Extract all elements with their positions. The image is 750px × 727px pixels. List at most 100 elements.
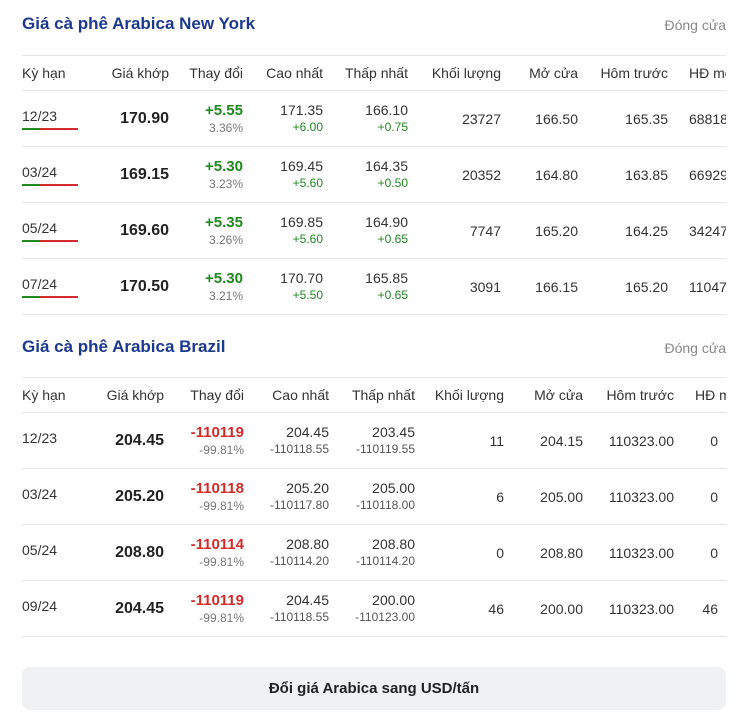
open-interest: 0 (674, 468, 726, 525)
table-row[interactable]: 12/23 204.45 -110119 -99.81% 204.45 -110118.5… (22, 412, 726, 469)
previous-close: 110323.00 (583, 580, 674, 637)
high-value: 204.45 (286, 424, 329, 440)
ny-table: Kỳ hạn Giá khớp Thay đổi Cao nhất Thấp n… (22, 55, 726, 315)
header-gia-khop: Giá khớp (82, 55, 169, 91)
high-change: -110117.80 (270, 498, 329, 512)
br-header-row: Kỳ hạn Giá khớp Thay đổi Cao nhất Thấp n… (22, 377, 726, 413)
trend-bar (22, 127, 78, 130)
ny-title: Giá cà phê Arabica New York (22, 14, 256, 33)
open-interest: 11047 (668, 258, 726, 315)
low-value: 200.00 (372, 592, 415, 608)
br-table: Kỳ hạn Giá khớp Thay đổi Cao nhất Thấp n… (22, 377, 726, 637)
high-change: -110114.20 (270, 554, 329, 568)
match-price: 208.80 (115, 543, 164, 561)
high-value: 169.45 (280, 158, 323, 174)
term-label: 07/24 (22, 276, 78, 298)
change-percent: -99.81% (199, 498, 244, 513)
volume: 23727 (408, 90, 501, 147)
change-value: +5.30 (205, 157, 243, 175)
match-price: 169.60 (120, 221, 169, 239)
header-cao-nhat: Cao nhất (244, 377, 329, 413)
match-price: 169.15 (120, 165, 169, 183)
open-price: 205.00 (504, 468, 583, 525)
change-value: -110114 (190, 535, 244, 553)
high-change: -110118.55 (270, 610, 329, 624)
table-row[interactable]: 05/24 208.80 -110114 -99.81% 208.80 -110114.2… (22, 524, 726, 581)
term-label: 05/24 (22, 541, 58, 558)
header-ky-han: Kỳ hạn (22, 55, 82, 91)
trend-bar (22, 239, 78, 242)
volume: 3091 (408, 258, 501, 315)
br-section: Giá cà phê Arabica Brazil Đóng cửa Kỳ hạ… (22, 335, 726, 637)
low-value: 165.85 (365, 270, 408, 286)
trend-bar (22, 295, 78, 298)
open-price: 165.20 (501, 202, 578, 259)
change-value: -110119 (190, 591, 244, 609)
low-change: +0.65 (377, 232, 408, 246)
change-value: +5.55 (205, 101, 243, 119)
table-row[interactable]: 05/24 169.60 +5.35 3.26% 169.85 +5.60 164.90 +0… (22, 202, 726, 259)
header-khoi-luong: Khối lượng (415, 377, 504, 413)
table-row[interactable]: 03/24 205.20 -110118 -99.81% 205.20 -110117.8… (22, 468, 726, 525)
header-hd-mo: HĐ mở (674, 377, 726, 413)
term-label: 12/23 (22, 429, 58, 446)
low-change: +0.50 (377, 176, 408, 190)
volume: 7747 (408, 202, 501, 259)
high-value: 208.80 (286, 536, 329, 552)
change-percent: -99.81% (199, 610, 244, 625)
term-label: 05/24 (22, 220, 78, 242)
ny-status: Đóng cửa (664, 17, 726, 33)
term-label: 12/23 (22, 108, 78, 130)
open-price: 204.15 (504, 412, 583, 469)
low-value: 164.90 (365, 214, 408, 230)
match-price: 205.20 (115, 487, 164, 505)
header-mo-cua: Mở cửa (501, 55, 578, 91)
high-value: 204.45 (286, 592, 329, 608)
open-interest: 46 (674, 580, 726, 637)
br-status: Đóng cửa (664, 340, 726, 356)
term-label: 03/24 (22, 485, 58, 502)
open-interest: 34247 (668, 202, 726, 259)
high-value: 171.35 (280, 102, 323, 118)
volume: 46 (415, 580, 504, 637)
term-label: 03/24 (22, 164, 78, 186)
header-thay-doi: Thay đổi (164, 377, 244, 413)
open-interest: 66929 (668, 146, 726, 203)
previous-close: 165.20 (578, 258, 668, 315)
volume: 11 (415, 412, 504, 469)
table-row[interactable]: 09/24 204.45 -110119 -99.81% 204.45 -110118.5… (22, 580, 726, 637)
high-change: +5.50 (292, 288, 323, 302)
previous-close: 164.25 (578, 202, 668, 259)
high-change: +5.60 (292, 176, 323, 190)
table-row[interactable]: 12/23 170.90 +5.55 3.36% 171.35 +6.00 166.10 +0… (22, 90, 726, 147)
low-value: 205.00 (372, 480, 415, 496)
previous-close: 165.35 (578, 90, 668, 147)
change-percent: -99.81% (199, 442, 244, 457)
low-change: +0.75 (377, 120, 408, 134)
low-value: 208.80 (372, 536, 415, 552)
high-value: 169.85 (280, 214, 323, 230)
match-price: 170.90 (120, 109, 169, 127)
header-hom-truoc: Hôm trước (583, 377, 674, 413)
open-interest: 0 (674, 524, 726, 581)
previous-close: 110323.00 (583, 524, 674, 581)
change-value: -110118 (190, 479, 244, 497)
convert-usd-button[interactable]: Đổi giá Arabica sang USD/tấn (22, 667, 726, 710)
low-change: -110123.00 (355, 610, 415, 624)
open-interest: 68818 (668, 90, 726, 147)
change-value: +5.30 (205, 269, 243, 287)
table-row[interactable]: 03/24 169.15 +5.30 3.23% 169.45 +5.60 164.35 +0… (22, 146, 726, 203)
term-label: 09/24 (22, 597, 58, 614)
open-price: 164.80 (501, 146, 578, 203)
header-thay-doi: Thay đổi (169, 55, 243, 91)
change-percent: 3.23% (208, 176, 243, 191)
change-percent: 3.21% (208, 288, 243, 303)
high-change: +5.60 (292, 232, 323, 246)
open-price: 200.00 (504, 580, 583, 637)
open-price: 208.80 (504, 524, 583, 581)
change-percent: 3.26% (208, 232, 243, 247)
match-price: 170.50 (120, 277, 169, 295)
table-row[interactable]: 07/24 170.50 +5.30 3.21% 170.70 +5.50 165.85 +0… (22, 258, 726, 315)
header-ky-han: Kỳ hạn (22, 377, 82, 413)
header-gia-khop: Giá khớp (82, 377, 164, 413)
